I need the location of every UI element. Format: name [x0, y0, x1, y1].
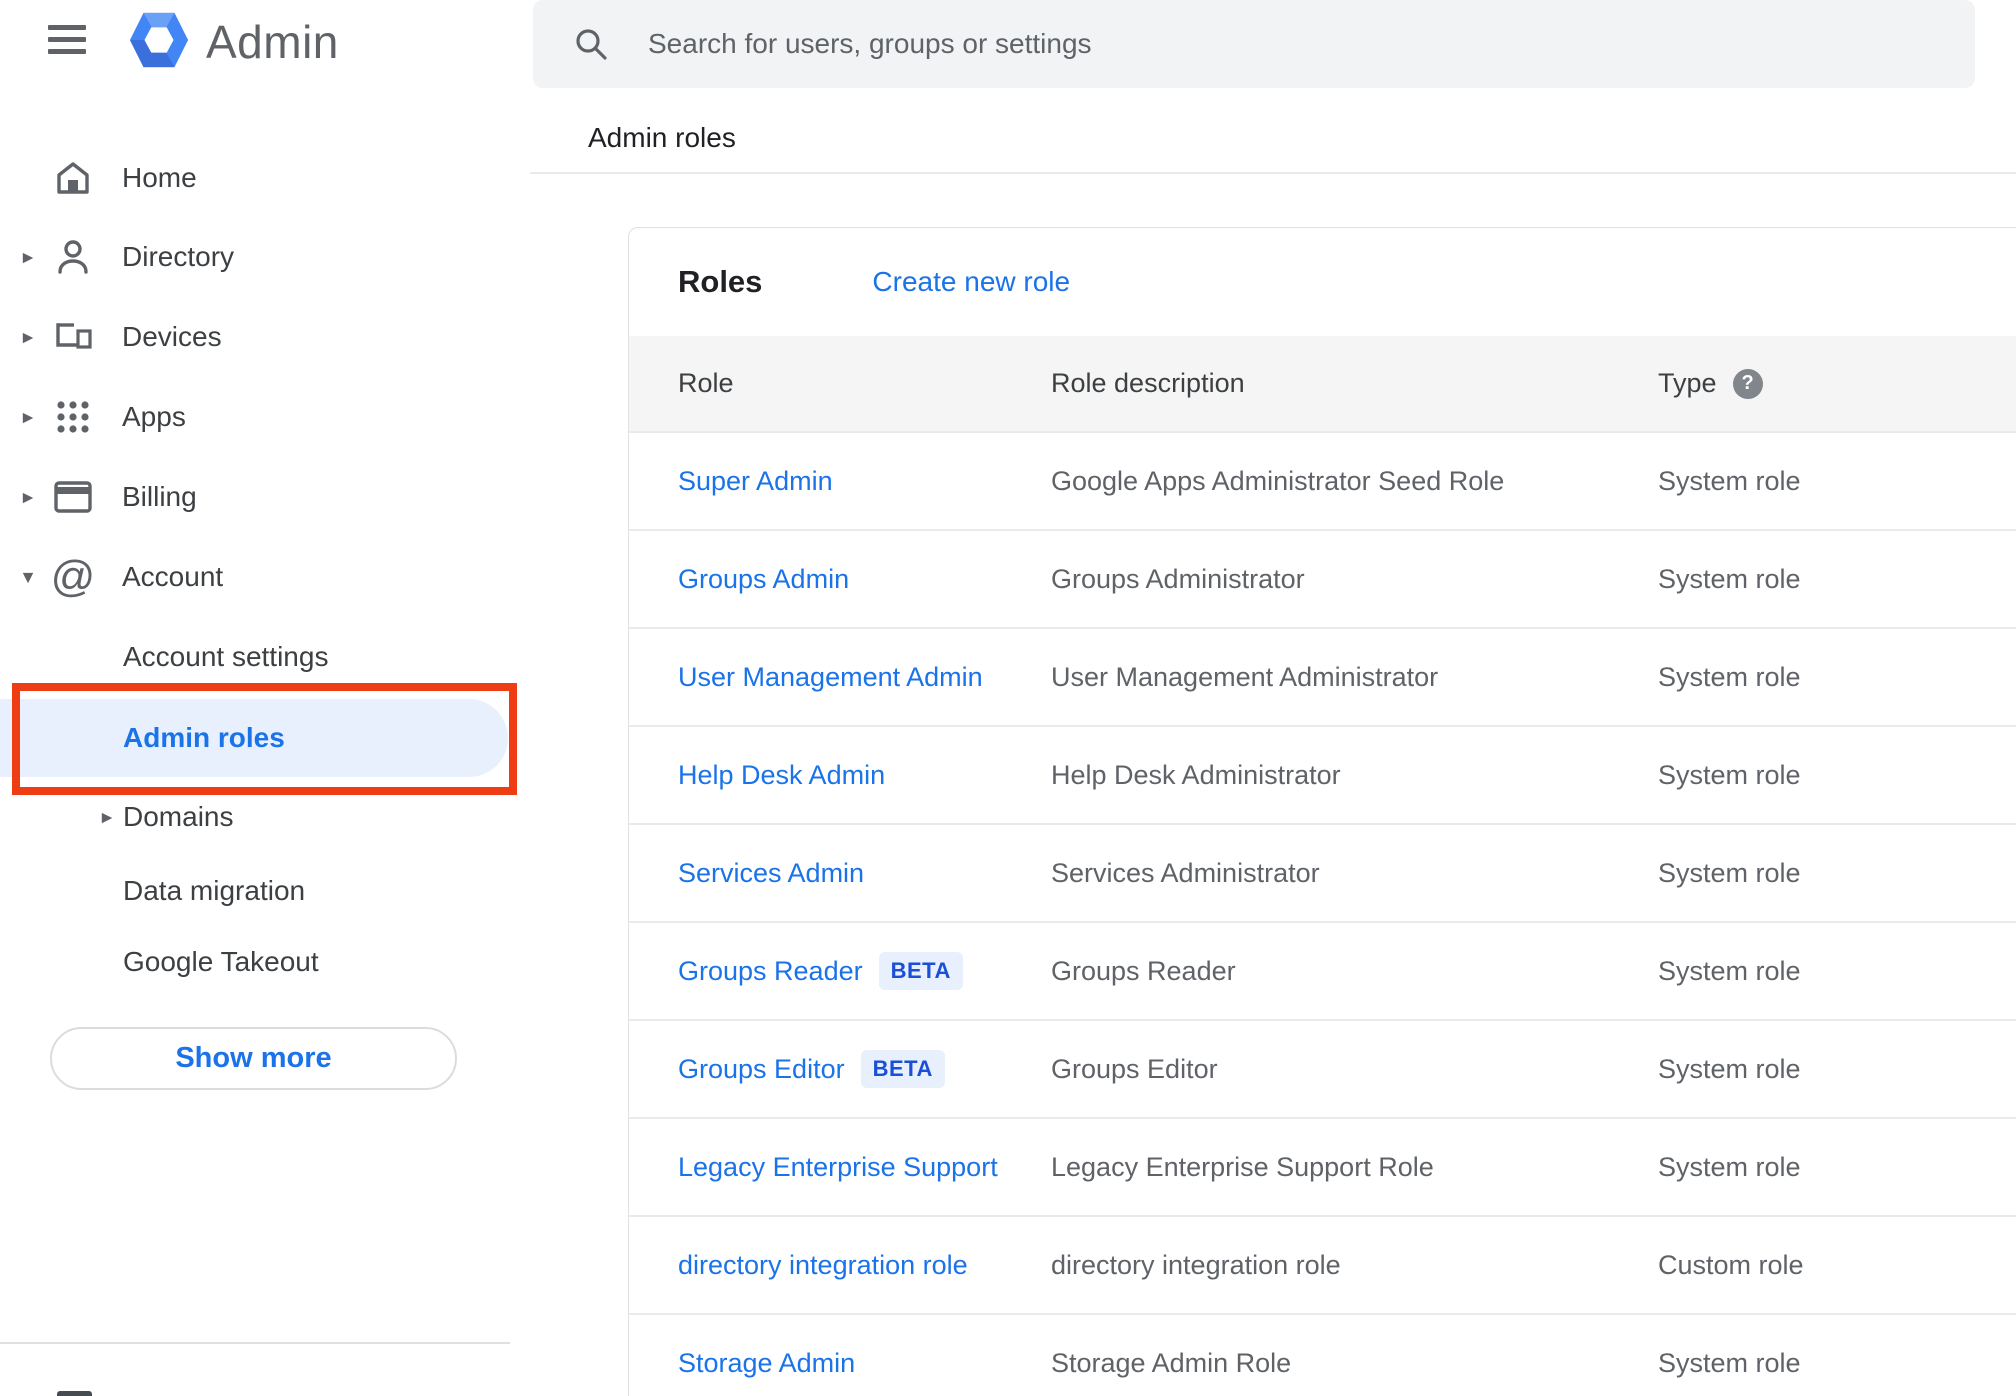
search-icon — [573, 26, 609, 62]
table-row: Services Admin Services Administrator Sy… — [629, 823, 2016, 921]
role-type: System role — [1658, 563, 1801, 594]
create-new-role-link[interactable]: Create new role — [872, 266, 1070, 298]
sidebar-item-devices[interactable]: ▸ Devices — [0, 309, 512, 365]
app-title: Admin — [206, 16, 339, 68]
table-row: Groups Reader BETA Groups Reader System … — [629, 921, 2016, 1019]
role-link[interactable]: Groups Reader — [678, 956, 863, 987]
annotation-red-box — [12, 683, 517, 795]
sidebar-item-label: Devices — [122, 321, 222, 352]
role-type: System role — [1658, 1053, 1801, 1084]
caret-right-icon[interactable]: ▸ — [95, 805, 119, 830]
table-row: User Management Admin User Management Ad… — [629, 627, 2016, 725]
role-description: Google Apps Administrator Seed Role — [1051, 465, 1505, 496]
sidebar-item-account-settings[interactable]: Account settings — [0, 629, 512, 685]
sidebar-item-domains[interactable]: ▸ Domains — [0, 789, 512, 845]
roles-card-header: Roles Create new role — [629, 228, 2016, 336]
role-type: System role — [1658, 465, 1801, 496]
sidebar-item-label: Google Takeout — [123, 946, 319, 977]
sidebar-item-label: Account — [122, 561, 224, 592]
sidebar-item-label: Account settings — [123, 641, 329, 672]
role-link[interactable]: Groups Editor — [678, 1054, 845, 1085]
role-type: Custom role — [1658, 1249, 1804, 1280]
sidebar: Admin Home ▸ Directory ▸ Devices ▸ Apps … — [0, 0, 530, 1396]
help-icon[interactable]: ? — [1732, 368, 1763, 399]
role-link[interactable]: Services Admin — [678, 858, 864, 889]
role-description: Legacy Enterprise Support Role — [1051, 1151, 1434, 1182]
sidebar-item-label: Apps — [122, 401, 186, 432]
beta-badge: BETA — [878, 952, 963, 990]
role-link[interactable]: Storage Admin — [678, 1348, 855, 1379]
role-type: System role — [1658, 1347, 1801, 1378]
clipped-bottom-icon — [57, 1391, 92, 1396]
admin-hexagon-icon — [128, 7, 190, 78]
caret-down-icon[interactable]: ▾ — [16, 565, 40, 590]
roles-title: Roles — [678, 264, 763, 299]
table-row: Legacy Enterprise Support Legacy Enterpr… — [629, 1117, 2016, 1215]
table-row: directory integration role directory int… — [629, 1215, 2016, 1313]
role-description: Services Administrator — [1051, 857, 1320, 888]
sidebar-item-label: Billing — [122, 481, 197, 512]
role-description: Help Desk Administrator — [1051, 759, 1341, 790]
devices-icon — [52, 315, 94, 359]
sidebar-bottom-divider — [0, 1342, 510, 1344]
caret-right-icon[interactable]: ▸ — [16, 325, 40, 350]
sidebar-item-home[interactable]: Home — [0, 150, 512, 206]
role-link[interactable]: Help Desk Admin — [678, 760, 885, 791]
role-link[interactable]: Super Admin — [678, 466, 833, 497]
person-icon — [52, 235, 94, 279]
apps-grid-icon — [52, 395, 94, 439]
column-header-type: Type — [1658, 368, 1717, 398]
sidebar-item-label: Domains — [123, 801, 234, 832]
column-header-role: Role — [678, 368, 734, 398]
beta-badge: BETA — [860, 1050, 945, 1088]
role-type: System role — [1658, 1151, 1801, 1182]
role-link[interactable]: directory integration role — [678, 1250, 968, 1281]
show-more-button[interactable]: Show more — [50, 1027, 457, 1090]
role-description: User Management Administrator — [1051, 661, 1439, 692]
table-row: Groups Admin Groups Administrator System… — [629, 529, 2016, 627]
sidebar-item-label: Data migration — [123, 875, 306, 906]
role-type: System role — [1658, 661, 1801, 692]
billing-card-icon — [52, 475, 94, 519]
caret-right-icon[interactable]: ▸ — [16, 405, 40, 430]
sidebar-item-google-takeout[interactable]: Google Takeout — [0, 934, 512, 990]
header-divider — [530, 172, 2016, 174]
menu-hamburger-icon[interactable] — [48, 25, 88, 55]
role-link[interactable]: Groups Admin — [678, 564, 849, 595]
role-type: System role — [1658, 857, 1801, 888]
table-header-row: Role Role description Type ? — [629, 336, 2016, 431]
home-icon — [52, 156, 94, 200]
caret-right-icon[interactable]: ▸ — [16, 485, 40, 510]
role-link[interactable]: Legacy Enterprise Support — [678, 1152, 998, 1183]
search-bar[interactable]: Search for users, groups or settings — [533, 0, 1975, 88]
column-header-description: Role description — [1051, 368, 1245, 398]
at-sign-icon: @ — [50, 552, 96, 601]
caret-right-icon[interactable]: ▸ — [16, 245, 40, 270]
sidebar-item-apps[interactable]: ▸ Apps — [0, 389, 512, 445]
sidebar-item-label: Home — [122, 162, 197, 193]
table-row: Storage Admin Storage Admin Role System … — [629, 1313, 2016, 1396]
breadcrumb: Admin roles — [588, 122, 736, 153]
role-description: Groups Reader — [1051, 955, 1236, 986]
app-logo: Admin — [128, 9, 348, 75]
sidebar-item-account[interactable]: ▾ @ Account — [0, 549, 512, 605]
role-description: Groups Editor — [1051, 1053, 1218, 1084]
sidebar-item-label: Directory — [122, 241, 235, 272]
sidebar-item-directory[interactable]: ▸ Directory — [0, 229, 512, 285]
role-link[interactable]: User Management Admin — [678, 662, 983, 693]
table-row: Super Admin Google Apps Administrator Se… — [629, 431, 2016, 529]
table-row: Help Desk Admin Help Desk Administrator … — [629, 725, 2016, 823]
role-description: Storage Admin Role — [1051, 1347, 1292, 1378]
role-type: System role — [1658, 955, 1801, 986]
roles-card: Roles Create new role Role Role descript… — [628, 227, 2016, 1396]
role-description: directory integration role — [1051, 1249, 1341, 1280]
show-more-label: Show more — [175, 1042, 332, 1074]
sidebar-item-billing[interactable]: ▸ Billing — [0, 469, 512, 525]
table-row: Groups Editor BETA Groups Editor System … — [629, 1019, 2016, 1117]
sidebar-item-data-migration[interactable]: Data migration — [0, 863, 512, 919]
role-description: Groups Administrator — [1051, 563, 1305, 594]
role-type: System role — [1658, 759, 1801, 790]
search-input[interactable]: Search for users, groups or settings — [648, 0, 1092, 88]
